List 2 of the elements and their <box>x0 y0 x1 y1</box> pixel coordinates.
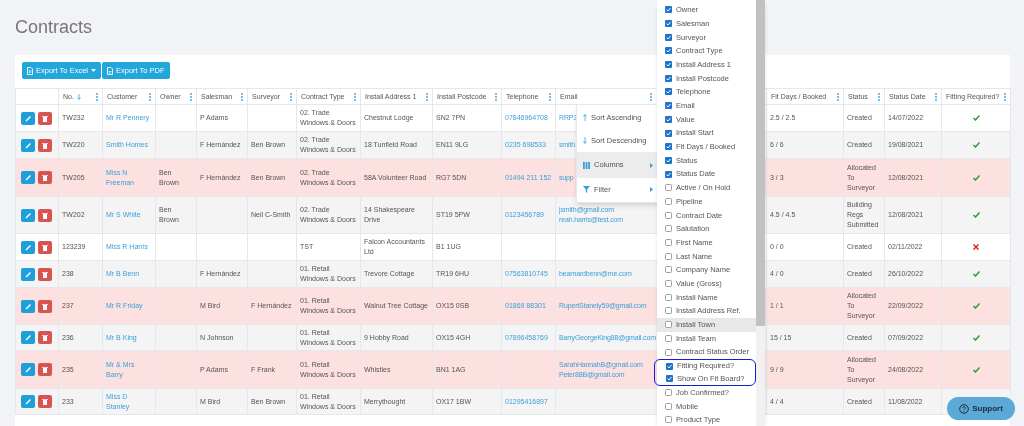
support-button[interactable]: Support <box>947 397 1015 420</box>
page-title: Contracts <box>15 16 93 39</box>
